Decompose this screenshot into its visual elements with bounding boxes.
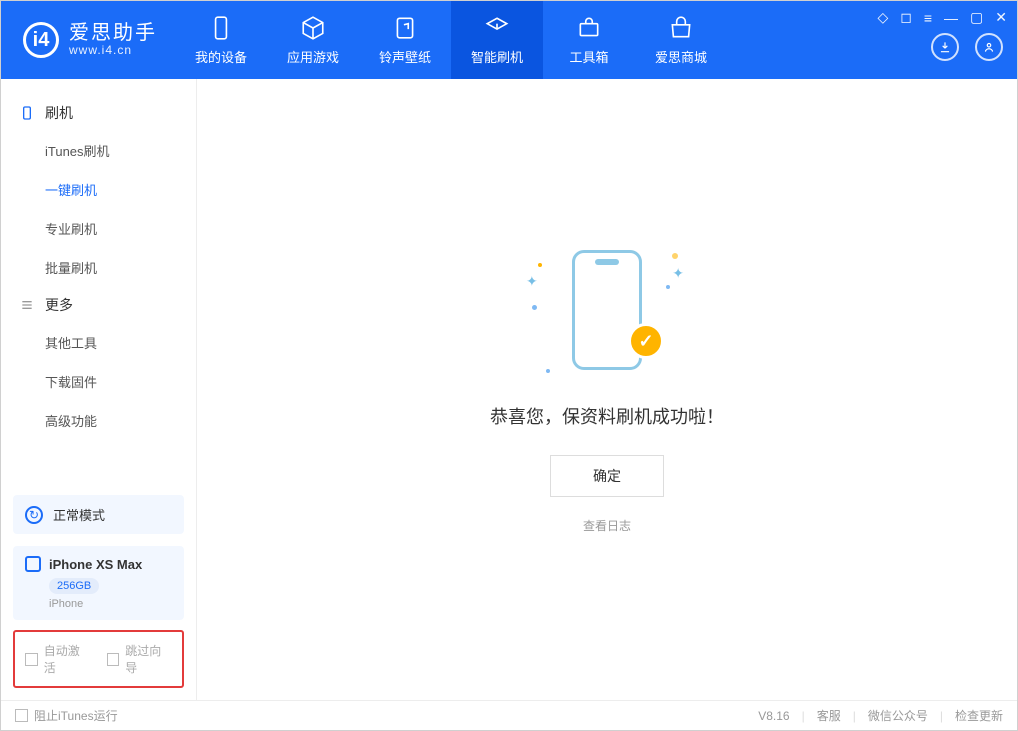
app-body: 刷机 iTunes刷机 一键刷机 专业刷机 批量刷机 更多 其他工具 下载固件 … <box>1 79 1017 700</box>
checkbox-skip-guide[interactable]: 跳过向导 <box>107 642 173 676</box>
logo-icon: i4 <box>23 22 59 58</box>
window-controls: ◇ ◻ ≡ — ▢ ✕ <box>877 9 1007 26</box>
music-icon <box>392 15 418 41</box>
sidebar-item-itunes-flash[interactable]: iTunes刷机 <box>1 131 196 170</box>
device-storage-badge: 256GB <box>49 578 99 594</box>
sidebar-item-oneclick-flash[interactable]: 一键刷机 <box>1 170 196 209</box>
device-type: iPhone <box>49 598 172 610</box>
toolbox-icon <box>576 15 602 41</box>
checkbox-icon <box>25 653 38 666</box>
checkbox-auto-activate[interactable]: 自动激活 <box>25 642 91 676</box>
download-button[interactable] <box>931 33 959 61</box>
tab-label: 铃声壁纸 <box>379 47 431 66</box>
list-icon <box>19 297 35 313</box>
version-label: V8.16 <box>758 709 789 723</box>
tab-label: 我的设备 <box>195 47 247 66</box>
checkbox-icon <box>15 709 28 722</box>
tab-label: 智能刷机 <box>471 47 523 66</box>
tab-label: 工具箱 <box>569 47 608 66</box>
wechat-link[interactable]: 微信公众号 <box>868 707 928 724</box>
menu-icon[interactable]: ≡ <box>924 10 932 26</box>
sidebar-item-advanced[interactable]: 高级功能 <box>1 401 196 440</box>
check-badge-icon <box>628 323 664 359</box>
footer: 阻止iTunes运行 V8.16 | 客服 | 微信公众号 | 检查更新 <box>1 700 1017 730</box>
skin-icon[interactable]: ◇ <box>877 9 888 26</box>
bottom-options: 自动激活 跳过向导 <box>13 630 184 688</box>
logo-block: i4 爱思助手 www.i4.cn <box>1 1 175 79</box>
success-illustration: ✦✦ <box>532 245 682 375</box>
device-icon <box>208 15 234 41</box>
app-name-en: www.i4.cn <box>69 43 157 57</box>
confirm-button[interactable]: 确定 <box>550 455 664 497</box>
tab-toolbox[interactable]: 工具箱 <box>543 1 635 79</box>
tab-ringtones-wallpapers[interactable]: 铃声壁纸 <box>359 1 451 79</box>
sidebar-item-batch-flash[interactable]: 批量刷机 <box>1 248 196 287</box>
section-title: 刷机 <box>45 103 73 123</box>
sidebar-section-flash: 刷机 <box>1 95 196 131</box>
checkbox-block-itunes[interactable]: 阻止iTunes运行 <box>15 707 118 724</box>
close-button[interactable]: ✕ <box>995 9 1007 26</box>
view-log-link[interactable]: 查看日志 <box>583 517 631 534</box>
device-name: iPhone XS Max <box>49 557 142 572</box>
maximize-button[interactable]: ▢ <box>970 9 983 26</box>
mode-label: 正常模式 <box>53 505 105 524</box>
device-phone-icon <box>25 556 41 572</box>
checkbox-icon <box>107 653 120 666</box>
section-title: 更多 <box>45 295 73 315</box>
success-message: 恭喜您，保资料刷机成功啦！ <box>490 403 724 429</box>
header-right-icons <box>931 33 1003 61</box>
check-update-link[interactable]: 检查更新 <box>955 707 1003 724</box>
refresh-icon <box>484 15 510 41</box>
phone-outline-icon <box>19 105 35 121</box>
sidebar-item-other-tools[interactable]: 其他工具 <box>1 323 196 362</box>
shop-icon <box>668 15 694 41</box>
sidebar-item-download-firmware[interactable]: 下载固件 <box>1 362 196 401</box>
main-panel: ✦✦ 恭喜您，保资料刷机成功啦！ 确定 查看日志 <box>197 79 1017 700</box>
mode-box[interactable]: 正常模式 <box>13 495 184 534</box>
tab-label: 爱思商城 <box>655 47 707 66</box>
tab-label: 应用游戏 <box>287 47 339 66</box>
device-box[interactable]: iPhone XS Max 256GB iPhone <box>13 546 184 620</box>
top-tabs: 我的设备 应用游戏 铃声壁纸 智能刷机 工具箱 爱思商城 <box>175 1 727 79</box>
tab-smart-flash[interactable]: 智能刷机 <box>451 1 543 79</box>
user-button[interactable] <box>975 33 1003 61</box>
tab-shop[interactable]: 爱思商城 <box>635 1 727 79</box>
tab-apps-games[interactable]: 应用游戏 <box>267 1 359 79</box>
feedback-icon[interactable]: ◻ <box>900 9 912 26</box>
sidebar-item-pro-flash[interactable]: 专业刷机 <box>1 209 196 248</box>
sidebar-section-more: 更多 <box>1 287 196 323</box>
app-name-cn: 爱思助手 <box>69 23 157 43</box>
minimize-button[interactable]: — <box>944 10 958 26</box>
mode-icon <box>25 506 43 524</box>
support-link[interactable]: 客服 <box>817 707 841 724</box>
cube-icon <box>300 15 326 41</box>
app-header: i4 爱思助手 www.i4.cn 我的设备 应用游戏 铃声壁纸 智能刷机 工具… <box>1 1 1017 79</box>
tab-my-device[interactable]: 我的设备 <box>175 1 267 79</box>
sidebar: 刷机 iTunes刷机 一键刷机 专业刷机 批量刷机 更多 其他工具 下载固件 … <box>1 79 197 700</box>
